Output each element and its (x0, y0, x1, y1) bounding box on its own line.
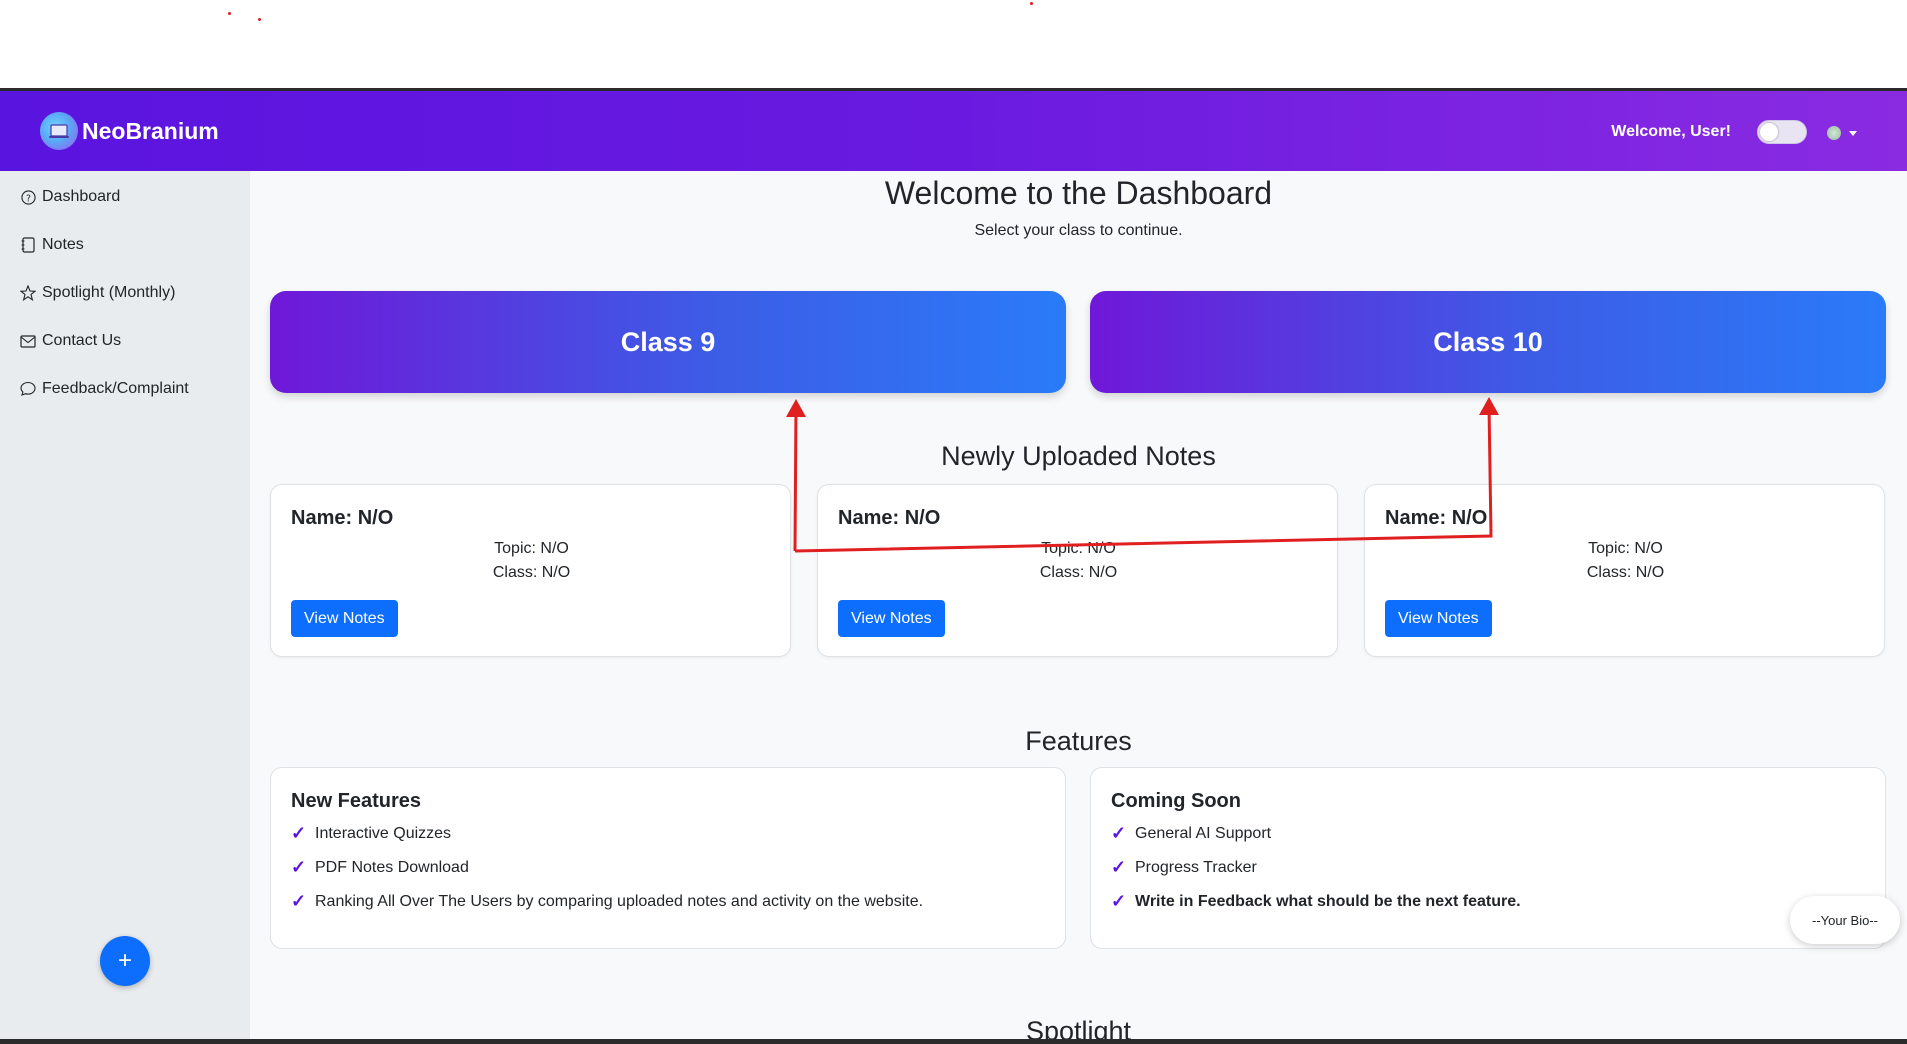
class-10-card[interactable]: Class 10 (1090, 291, 1886, 393)
note-class: Class: N/O (492, 564, 571, 581)
note-class: Class: N/O (1586, 564, 1665, 581)
check-icon: ✓ (291, 891, 307, 911)
feature-text: Interactive Quizzes (315, 824, 452, 842)
page-title: Welcome to the Dashboard (884, 175, 1273, 211)
feature-text: Progress Tracker (1135, 858, 1257, 876)
sidebar-item-feedback[interactable]: Feedback/Complaint (20, 377, 189, 401)
feature-item: ✓ Interactive Quizzes (291, 823, 451, 844)
feature-text: Ranking All Over The Users by comparing … (315, 892, 924, 910)
notes-heading: Newly Uploaded Notes (941, 441, 1216, 471)
svg-text:?: ? (26, 193, 31, 204)
browser-top-area (0, 0, 1907, 88)
annotation-dot (258, 18, 261, 21)
sidebar-item-dashboard[interactable]: ? Dashboard (20, 185, 120, 209)
check-icon: ✓ (291, 823, 307, 843)
annotation-dot (1030, 2, 1033, 5)
note-card: Name: N/O Topic: N/O Class: N/O View Not… (1364, 484, 1885, 657)
view-notes-button[interactable]: View Notes (291, 600, 398, 637)
feature-item: ✓ Progress Tracker (1111, 857, 1257, 878)
feature-item: ✓ PDF Notes Download (291, 857, 469, 878)
feature-item: ✓ Ranking All Over The Users by comparin… (291, 891, 923, 912)
main-content: Welcome to the Dashboard Select your cla… (250, 171, 1907, 1039)
feature-text: General AI Support (1135, 824, 1272, 842)
question-circle-icon: ? (20, 189, 36, 205)
theme-toggle[interactable] (1757, 120, 1807, 144)
bio-button[interactable]: --Your Bio-- (1790, 896, 1900, 944)
note-topic: Topic: N/O (494, 540, 569, 557)
window-bottom-edge (0, 1039, 1907, 1044)
page-subtitle: Select your class to continue. (974, 222, 1183, 239)
sidebar-item-label: Feedback/Complaint (42, 380, 189, 397)
features-heading: Features (1025, 726, 1132, 756)
feature-item: ✓ Write in Feedback what should be the n… (1111, 891, 1521, 912)
view-notes-button[interactable]: View Notes (838, 600, 945, 637)
brand[interactable]: NeoBranium (40, 112, 219, 150)
chat-icon (20, 381, 36, 397)
note-name: Name: N/O (1385, 507, 1488, 529)
annotation-dot (228, 12, 231, 15)
feature-card-title: New Features (291, 790, 422, 812)
note-topic: Topic: N/O (1588, 540, 1663, 557)
class-9-card[interactable]: Class 9 (270, 291, 1066, 393)
feature-card-title: Coming Soon (1111, 790, 1241, 812)
brand-name: NeoBranium (82, 117, 219, 144)
check-icon: ✓ (1111, 891, 1127, 911)
sidebar-item-label: Dashboard (42, 188, 121, 205)
sidebar-item-notes[interactable]: Notes (20, 233, 84, 257)
note-name: Name: N/O (291, 507, 394, 529)
check-icon: ✓ (291, 857, 307, 877)
feature-item: ✓ General AI Support (1111, 823, 1271, 844)
sidebar-item-label: Spotlight (Monthly) (42, 284, 176, 301)
note-topic: Topic: N/O (1041, 540, 1116, 557)
welcome-text: Welcome, User! (1611, 123, 1731, 140)
check-icon: ✓ (1111, 823, 1127, 843)
star-icon (20, 285, 36, 301)
note-name: Name: N/O (838, 507, 941, 529)
coming-soon-card: Coming Soon ✓ General AI Support ✓ Progr… (1090, 767, 1886, 949)
avatar[interactable] (1827, 126, 1841, 140)
add-button[interactable]: + (100, 936, 150, 986)
journal-icon (20, 237, 36, 253)
sidebar-item-label: Notes (42, 236, 84, 253)
logo-icon (40, 112, 78, 150)
sidebar-item-label: Contact Us (42, 332, 122, 349)
top-navbar: NeoBranium Welcome, User! (0, 91, 1907, 171)
envelope-icon (20, 333, 36, 349)
note-class: Class: N/O (1039, 564, 1118, 581)
sidebar: ? Dashboard Notes Spotlight (Monthly) Co… (0, 171, 250, 1039)
chevron-down-icon[interactable] (1849, 131, 1857, 136)
toggle-knob (1760, 123, 1778, 141)
check-icon: ✓ (1111, 857, 1127, 877)
new-features-card: New Features ✓ Interactive Quizzes ✓ PDF… (270, 767, 1066, 949)
sidebar-item-contact[interactable]: Contact Us (20, 329, 121, 353)
sidebar-item-spotlight[interactable]: Spotlight (Monthly) (20, 281, 175, 305)
feature-text: PDF Notes Download (315, 858, 469, 876)
spotlight-heading: Spotlight (1025, 1016, 1132, 1039)
view-notes-button[interactable]: View Notes (1385, 600, 1492, 637)
note-card: Name: N/O Topic: N/O Class: N/O View Not… (817, 484, 1338, 657)
feature-text: Write in Feedback what should be the nex… (1135, 892, 1521, 910)
note-card: Name: N/O Topic: N/O Class: N/O View Not… (270, 484, 791, 657)
